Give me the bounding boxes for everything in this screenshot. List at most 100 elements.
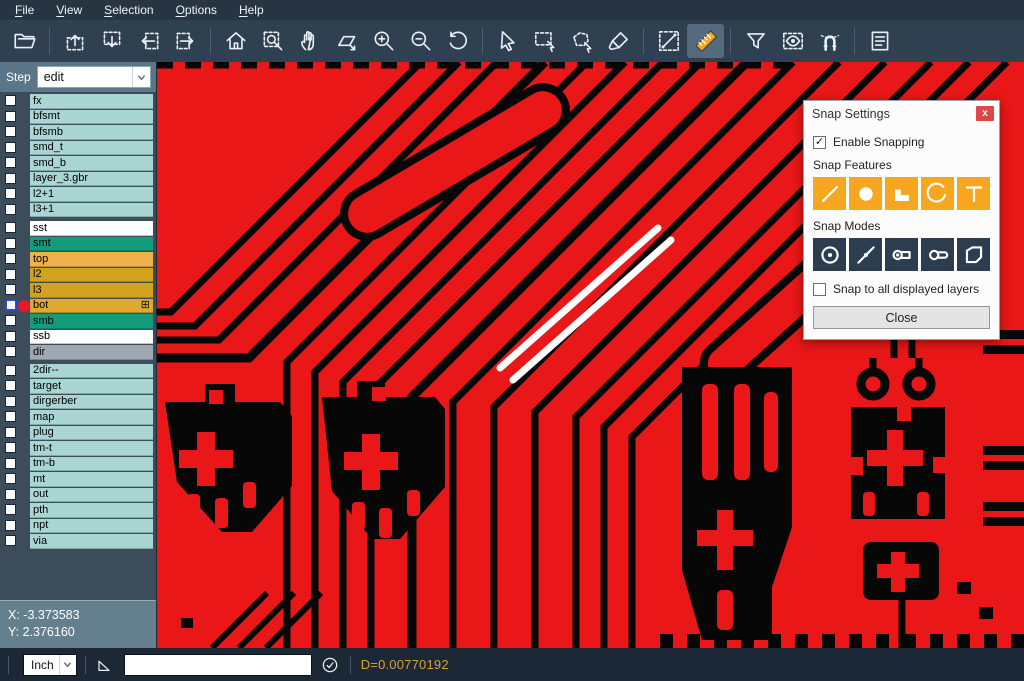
layer-row-mt[interactable]: mt bbox=[0, 472, 156, 487]
layer-visibility-checkbox[interactable] bbox=[5, 380, 16, 391]
unit-select[interactable]: Inch bbox=[23, 654, 77, 676]
pan-hand-button[interactable] bbox=[291, 24, 328, 58]
layer-name-bar[interactable]: tm-t bbox=[30, 441, 153, 456]
ruler-button[interactable] bbox=[687, 24, 724, 58]
layer-row-smb[interactable]: smb bbox=[0, 314, 156, 329]
layer-row-l2[interactable]: l2 bbox=[0, 268, 156, 283]
layer-name-bar[interactable]: pth bbox=[30, 503, 153, 518]
layer-row-dirgerber[interactable]: dirgerber bbox=[0, 395, 156, 410]
layer-row-pth[interactable]: pth bbox=[0, 503, 156, 518]
snap-line-button[interactable] bbox=[813, 177, 846, 210]
layer-name-bar[interactable]: bfsmb bbox=[30, 125, 153, 140]
layer-visibility-checkbox[interactable] bbox=[5, 188, 16, 199]
layer-visibility-checkbox[interactable] bbox=[5, 157, 16, 168]
layer-visibility-checkbox[interactable] bbox=[5, 238, 16, 249]
snap-magnet-button[interactable] bbox=[811, 24, 848, 58]
select-arrow-button[interactable] bbox=[489, 24, 526, 58]
select-polygon-button[interactable] bbox=[563, 24, 600, 58]
layer-name-bar[interactable]: dir bbox=[30, 345, 153, 360]
layer-visibility-checkbox[interactable] bbox=[5, 458, 16, 469]
layer-name-bar[interactable]: ssb bbox=[30, 330, 153, 345]
layer-visibility-checkbox[interactable] bbox=[5, 473, 16, 484]
mode-slot-end-button[interactable] bbox=[885, 238, 918, 271]
layer-row-tm-t[interactable]: tm-t bbox=[0, 441, 156, 456]
layer-visibility-checkbox[interactable] bbox=[5, 142, 16, 153]
layer-visibility-checkbox[interactable] bbox=[5, 535, 16, 546]
step-select[interactable]: edit bbox=[37, 66, 151, 88]
layer-visibility-checkbox[interactable] bbox=[5, 299, 17, 311]
layer-visibility-checkbox[interactable] bbox=[5, 204, 16, 215]
layer-row-layer_3.gbr[interactable]: layer_3.gbr bbox=[0, 172, 156, 187]
coordinate-input[interactable] bbox=[124, 654, 312, 676]
layer-name-bar[interactable]: dirgerber bbox=[30, 395, 153, 410]
dialog-title-bar[interactable]: Snap Settings x bbox=[804, 101, 999, 126]
zoom-previous-button[interactable] bbox=[439, 24, 476, 58]
layer-row-smd_b[interactable]: smd_b bbox=[0, 156, 156, 171]
filter-button[interactable] bbox=[737, 24, 774, 58]
layer-visibility-checkbox[interactable] bbox=[5, 346, 16, 357]
menu-help[interactable]: Help bbox=[228, 0, 275, 20]
apply-circle-check-icon[interactable] bbox=[320, 655, 340, 675]
layer-row-out[interactable]: out bbox=[0, 488, 156, 503]
layer-row-bfsmb[interactable]: bfsmb bbox=[0, 125, 156, 140]
pan-down-button[interactable] bbox=[93, 24, 130, 58]
mode-contour-button[interactable] bbox=[957, 238, 990, 271]
layer-name-bar[interactable]: map bbox=[30, 410, 153, 425]
layer-name-bar[interactable]: fx bbox=[30, 94, 153, 109]
layer-row-bot[interactable]: bot⊞ bbox=[0, 299, 156, 314]
layer-row-ssb[interactable]: ssb bbox=[0, 330, 156, 345]
move-view-button[interactable] bbox=[328, 24, 365, 58]
layer-name-bar[interactable]: plug bbox=[30, 426, 153, 441]
layer-row-bfsmt[interactable]: bfsmt bbox=[0, 110, 156, 125]
layer-visibility-checkbox[interactable] bbox=[5, 427, 16, 438]
menu-view[interactable]: View bbox=[45, 0, 93, 20]
layer-name-bar[interactable]: l2+1 bbox=[30, 187, 153, 202]
step-select-chevron[interactable] bbox=[132, 67, 150, 87]
report-button[interactable] bbox=[861, 24, 898, 58]
angle-measure-icon[interactable] bbox=[94, 655, 114, 675]
layer-row-top[interactable]: top bbox=[0, 252, 156, 267]
layer-name-bar[interactable]: 2dir-- bbox=[30, 364, 153, 379]
layer-name-bar[interactable]: l3 bbox=[30, 283, 153, 298]
pan-left-button[interactable] bbox=[130, 24, 167, 58]
layer-name-bar[interactable]: l2 bbox=[30, 268, 153, 283]
layer-name-bar[interactable]: target bbox=[30, 379, 153, 394]
layer-name-bar[interactable]: smd_t bbox=[30, 141, 153, 156]
layer-name-bar[interactable]: via bbox=[30, 534, 153, 549]
layer-visibility-checkbox[interactable] bbox=[5, 95, 16, 106]
layer-name-bar[interactable]: l3+1 bbox=[30, 203, 153, 218]
layer-name-bar[interactable]: top bbox=[30, 252, 153, 267]
layer-name-bar[interactable]: bfsmt bbox=[30, 110, 153, 125]
menu-file[interactable]: File bbox=[4, 0, 45, 20]
snap-circle-button[interactable] bbox=[849, 177, 882, 210]
layer-name-bar[interactable]: out bbox=[30, 488, 153, 503]
layer-visibility-checkbox[interactable] bbox=[5, 396, 16, 407]
zoom-out-button[interactable] bbox=[402, 24, 439, 58]
layer-name-bar[interactable]: mt bbox=[30, 472, 153, 487]
snap-arc-button[interactable] bbox=[921, 177, 954, 210]
close-button[interactable]: Close bbox=[813, 306, 990, 329]
layer-name-bar[interactable]: sst bbox=[30, 221, 153, 236]
zoom-window-button[interactable] bbox=[254, 24, 291, 58]
layer-name-bar[interactable]: smb bbox=[30, 314, 153, 329]
layer-row-dir[interactable]: dir bbox=[0, 345, 156, 360]
home-button[interactable] bbox=[217, 24, 254, 58]
layer-visibility-checkbox[interactable] bbox=[5, 253, 16, 264]
layer-row-sst[interactable]: sst bbox=[0, 221, 156, 236]
layer-visibility-checkbox[interactable] bbox=[5, 269, 16, 280]
layer-row-smt[interactable]: smt bbox=[0, 237, 156, 252]
layer-row-target[interactable]: target bbox=[0, 379, 156, 394]
mode-slot-center-button[interactable] bbox=[921, 238, 954, 271]
layer-name-bar[interactable]: tm-b bbox=[30, 457, 153, 472]
layer-row-smd_t[interactable]: smd_t bbox=[0, 141, 156, 156]
layer-row-tm-b[interactable]: tm-b bbox=[0, 457, 156, 472]
measure-distance-button[interactable] bbox=[650, 24, 687, 58]
zoom-in-button[interactable] bbox=[365, 24, 402, 58]
layer-row-via[interactable]: via bbox=[0, 534, 156, 549]
layer-row-npt[interactable]: npt bbox=[0, 519, 156, 534]
snap-all-layers-row[interactable]: Snap to all displayed layers bbox=[813, 282, 990, 296]
snap-text-button[interactable] bbox=[957, 177, 990, 210]
folder-open-button[interactable] bbox=[6, 24, 43, 58]
layer-visibility-checkbox[interactable] bbox=[5, 504, 16, 515]
layer-visibility-checkbox[interactable] bbox=[5, 365, 16, 376]
